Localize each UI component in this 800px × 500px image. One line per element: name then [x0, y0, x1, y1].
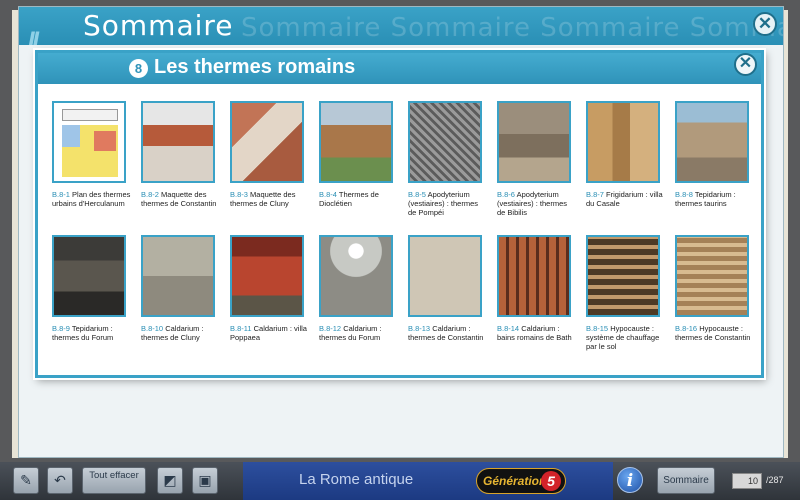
sommaire-button[interactable]: Sommaire	[657, 467, 715, 494]
grid-item[interactable]: B.8-3 Maquette des thermes de Cluny	[230, 101, 310, 208]
item-caption: B.8-11 Caldarium : villa Poppaea	[230, 324, 310, 342]
item-code: B.8-12	[319, 324, 342, 333]
modal-title: Les thermes romains	[154, 56, 356, 78]
item-caption: B.8-13 Caldarium : thermes de Constantin	[408, 324, 488, 342]
item-code: B.8-7	[586, 190, 604, 199]
item-code: B.8-16	[675, 324, 698, 333]
grid-item[interactable]: B.8-1 Plan des thermes urbains d'Hercula…	[52, 101, 132, 208]
grid-item[interactable]: B.8-2 Maquette des thermes de Constantin	[141, 101, 221, 208]
sommaire-close-button[interactable]: ✕	[753, 12, 777, 36]
thumbnail-image[interactable]	[497, 235, 571, 317]
clear-all-button[interactable]: Tout effacer	[82, 467, 146, 494]
grid-item[interactable]: B.8-8 Tepidarium : thermes taurins	[675, 101, 755, 208]
slashes-decoration: //	[27, 27, 40, 45]
item-caption: B.8-5 Apodyterium (vestiaires) : thermes…	[408, 190, 488, 217]
modal-header: 8 Les thermes romains ✕	[38, 53, 761, 84]
grid-item[interactable]: B.8-15 Hypocauste : système de chauffage…	[586, 235, 666, 351]
grid-item[interactable]: B.8-11 Caldarium : villa Poppaea	[230, 235, 310, 342]
chapter-modal: 8 Les thermes romains ✕ B.8-1 Plan des t…	[35, 50, 764, 378]
undo-arrow-icon[interactable]: ↶	[47, 467, 73, 494]
thumbnail-image[interactable]	[319, 101, 393, 183]
item-code: B.8-6	[497, 190, 515, 199]
thumbnail-image[interactable]	[586, 101, 660, 183]
subject-bar: La Rome antique Génération 5	[243, 462, 613, 500]
item-code: B.8-3	[230, 190, 248, 199]
item-code: B.8-9	[52, 324, 70, 333]
pen-icon[interactable]: ✎	[13, 467, 39, 494]
item-caption: B.8-6 Apodyterium (vestiaires) : thermes…	[497, 190, 577, 217]
grid-item[interactable]: B.8-12 Caldarium : thermes du Forum	[319, 235, 399, 342]
item-caption: B.8-3 Maquette des thermes de Cluny	[230, 190, 310, 208]
page-number-input[interactable]: 10	[732, 473, 762, 489]
info-icon[interactable]: i	[617, 467, 643, 493]
item-caption: B.8-14 Caldarium : bains romains de Bath	[497, 324, 577, 342]
item-caption: B.8-10 Caldarium : thermes de Cluny	[141, 324, 221, 342]
item-caption: B.8-16 Hypocauste : thermes de Constanti…	[675, 324, 755, 342]
grid-item[interactable]: B.8-9 Tepidarium : thermes du Forum	[52, 235, 132, 342]
thumbnail-image[interactable]	[141, 101, 215, 183]
item-caption: B.8-4 Thermes de Dioclétien	[319, 190, 399, 208]
thumbnail-image[interactable]	[52, 101, 126, 183]
item-caption: B.8-15 Hypocauste : système de chauffage…	[586, 324, 666, 351]
item-caption: B.8-12 Caldarium : thermes du Forum	[319, 324, 399, 342]
item-code: B.8-15	[586, 324, 609, 333]
modal-close-button[interactable]: ✕	[734, 53, 757, 76]
grid-item[interactable]: B.8-10 Caldarium : thermes de Cluny	[141, 235, 221, 342]
grid-item[interactable]: B.8-4 Thermes de Dioclétien	[319, 101, 399, 208]
item-code: B.8-11	[230, 324, 252, 333]
subject-title: La Rome antique	[299, 471, 414, 488]
thumbnail-image[interactable]	[675, 235, 749, 317]
item-caption: B.8-2 Maquette des thermes de Constantin	[141, 190, 221, 208]
grid-item[interactable]: B.8-7 Frigidarium : villa du Casale	[586, 101, 666, 208]
sommaire-ghost-title: Sommaire Sommaire Sommaire Sommaire	[241, 13, 783, 43]
brand-name: Génération	[483, 474, 547, 488]
brand-logo: Génération 5	[476, 468, 566, 494]
item-caption: B.8-8 Tepidarium : thermes taurins	[675, 190, 755, 208]
thumbnail-image[interactable]	[586, 235, 660, 317]
thumbnail-image[interactable]	[230, 235, 304, 317]
grid-item[interactable]: B.8-5 Apodyterium (vestiaires) : thermes…	[408, 101, 488, 217]
sommaire-title: Sommaire	[83, 9, 234, 42]
item-code: B.8-13	[408, 324, 431, 333]
thumbnail-image[interactable]	[52, 235, 126, 317]
grid-item[interactable]: B.8-14 Caldarium : bains romains de Bath	[497, 235, 577, 342]
thumbnail-image[interactable]	[230, 101, 304, 183]
thumbnail-image[interactable]	[408, 235, 482, 317]
thumbnail-image[interactable]	[319, 235, 393, 317]
thumbnail-image[interactable]	[497, 101, 571, 183]
chapter-number-badge: 8	[129, 59, 148, 78]
thumbnail-image[interactable]	[141, 235, 215, 317]
item-code: B.8-1	[52, 190, 70, 199]
item-caption: B.8-1 Plan des thermes urbains d'Hercula…	[52, 190, 132, 208]
thumbnail-image[interactable]	[408, 101, 482, 183]
item-caption: B.8-9 Tepidarium : thermes du Forum	[52, 324, 132, 342]
layout-icon[interactable]: ◩	[157, 467, 183, 494]
page-total: /287	[766, 475, 784, 485]
item-code: B.8-10	[141, 324, 164, 333]
thumbnail-image[interactable]	[675, 101, 749, 183]
grid-item[interactable]: B.8-13 Caldarium : thermes de Constantin	[408, 235, 488, 342]
item-code: B.8-14	[497, 324, 520, 333]
grid-item[interactable]: B.8-6 Apodyterium (vestiaires) : thermes…	[497, 101, 577, 217]
item-code: B.8-8	[675, 190, 693, 199]
item-code: B.8-4	[319, 190, 337, 199]
item-code: B.8-5	[408, 190, 426, 199]
grid-item[interactable]: B.8-16 Hypocauste : thermes de Constanti…	[675, 235, 755, 342]
box-icon[interactable]: ▣	[192, 467, 218, 494]
item-caption: B.8-7 Frigidarium : villa du Casale	[586, 190, 666, 208]
sommaire-header: // Sommaire Sommaire Sommaire Sommaire S…	[19, 7, 783, 45]
item-code: B.8-2	[141, 190, 159, 199]
brand-number: 5	[541, 471, 561, 491]
